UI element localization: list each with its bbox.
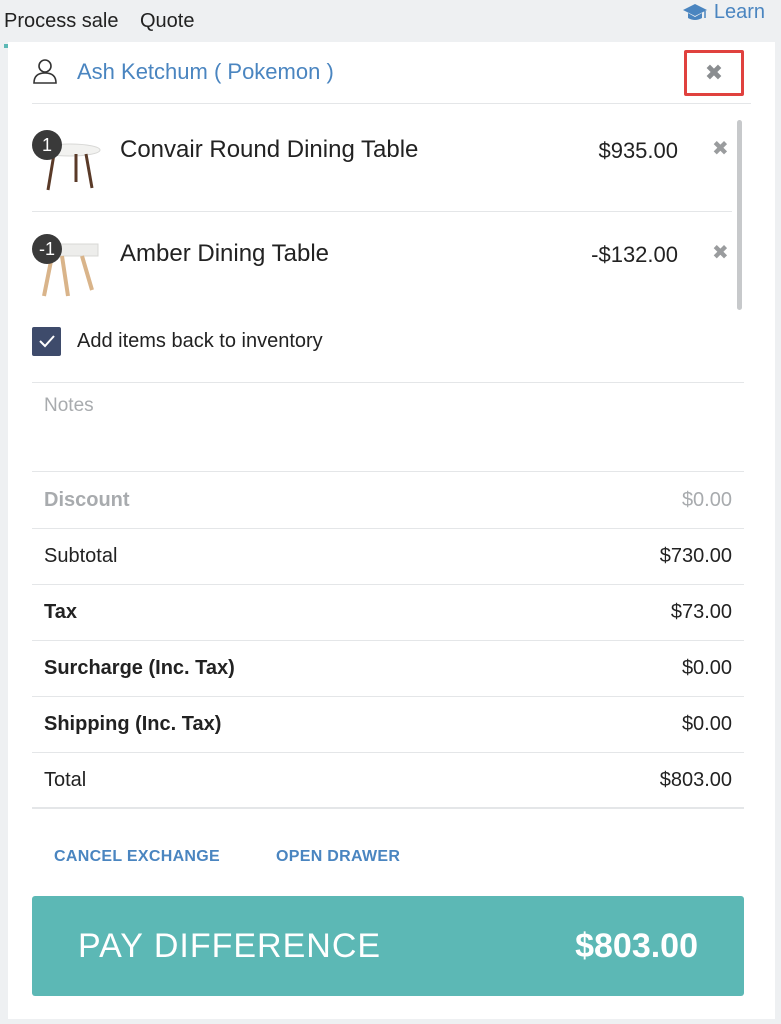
shipping-row[interactable]: Shipping (Inc. Tax) $0.00 [32,697,744,753]
pay-difference-button[interactable]: PAY DIFFERENCE $803.00 [32,896,744,996]
pay-label: PAY DIFFERENCE [78,926,382,965]
totals-table: Discount $0.00 Subtotal $730.00 Tax $73.… [32,473,744,809]
subtotal-row: Subtotal $730.00 [32,529,744,585]
subtotal-label: Subtotal [44,545,118,567]
shipping-label[interactable]: Shipping (Inc. Tax) [44,713,221,736]
close-icon: ✖ [704,60,724,85]
customer-name[interactable]: Ash Ketchum ( Pokemon ) [77,59,334,85]
check-icon [38,335,55,348]
total-label: Total [44,768,87,791]
sale-actions: CANCEL EXCHANGE OPEN DRAWER [54,848,400,866]
line-item[interactable]: 1 Convair Round Dining Table $935.00 ✖ [32,108,732,212]
inventory-option[interactable]: Add items back to inventory [32,326,323,356]
line-items: 1 Convair Round Dining Table $935.00 ✖ -… [32,108,732,314]
item-price[interactable]: $935.00 [598,138,678,164]
notes-area [32,382,744,472]
remove-item-icon[interactable]: ✖ [712,240,729,265]
discount-label[interactable]: Discount [44,489,130,512]
total-row: Total $803.00 [32,753,744,809]
sale-panel: Ash Ketchum ( Pokemon ) ✖ 1 Convair Roun… [8,42,775,1019]
add-back-inventory-checkbox[interactable] [32,326,61,356]
remove-item-icon[interactable]: ✖ [712,136,729,161]
total-value: $803.00 [659,768,732,791]
inventory-label: Add items back to inventory [77,329,323,352]
item-name[interactable]: Amber Dining Table [120,240,329,268]
discount-value: $0.00 [681,489,732,511]
learn-label: Learn [713,1,765,23]
open-drawer-button[interactable]: OPEN DRAWER [276,848,400,866]
customer-row: Ash Ketchum ( Pokemon ) [32,54,751,104]
user-icon [33,59,57,84]
cancel-exchange-button[interactable]: CANCEL EXCHANGE [54,848,220,866]
surcharge-value: $0.00 [681,657,732,679]
sale-tabs: Process sale Quote Learn [0,0,781,48]
discount-row[interactable]: Discount $0.00 [32,473,744,529]
tax-value: $73.00 [670,601,732,623]
items-scrollbar[interactable] [737,120,742,310]
remove-customer-button[interactable]: ✖ [684,50,744,96]
surcharge-row[interactable]: Surcharge (Inc. Tax) $0.00 [32,641,744,697]
subtotal-value: $730.00 [659,545,732,567]
pay-amount: $803.00 [575,926,698,965]
tax-label[interactable]: Tax [44,601,77,624]
notes-input[interactable] [32,383,744,471]
surcharge-label[interactable]: Surcharge (Inc. Tax) [44,657,235,680]
shipping-value: $0.00 [681,713,732,735]
quantity-badge: 1 [32,130,62,160]
graduation-cap-icon [682,3,707,20]
item-price[interactable]: -$132.00 [591,242,678,268]
learn-link[interactable]: Learn [682,1,765,24]
item-name[interactable]: Convair Round Dining Table [120,136,418,164]
tax-row[interactable]: Tax $73.00 [32,585,744,641]
line-item[interactable]: -1 Amber Dining Table -$132.00 ✖ [32,212,732,316]
quantity-badge: -1 [32,234,62,264]
